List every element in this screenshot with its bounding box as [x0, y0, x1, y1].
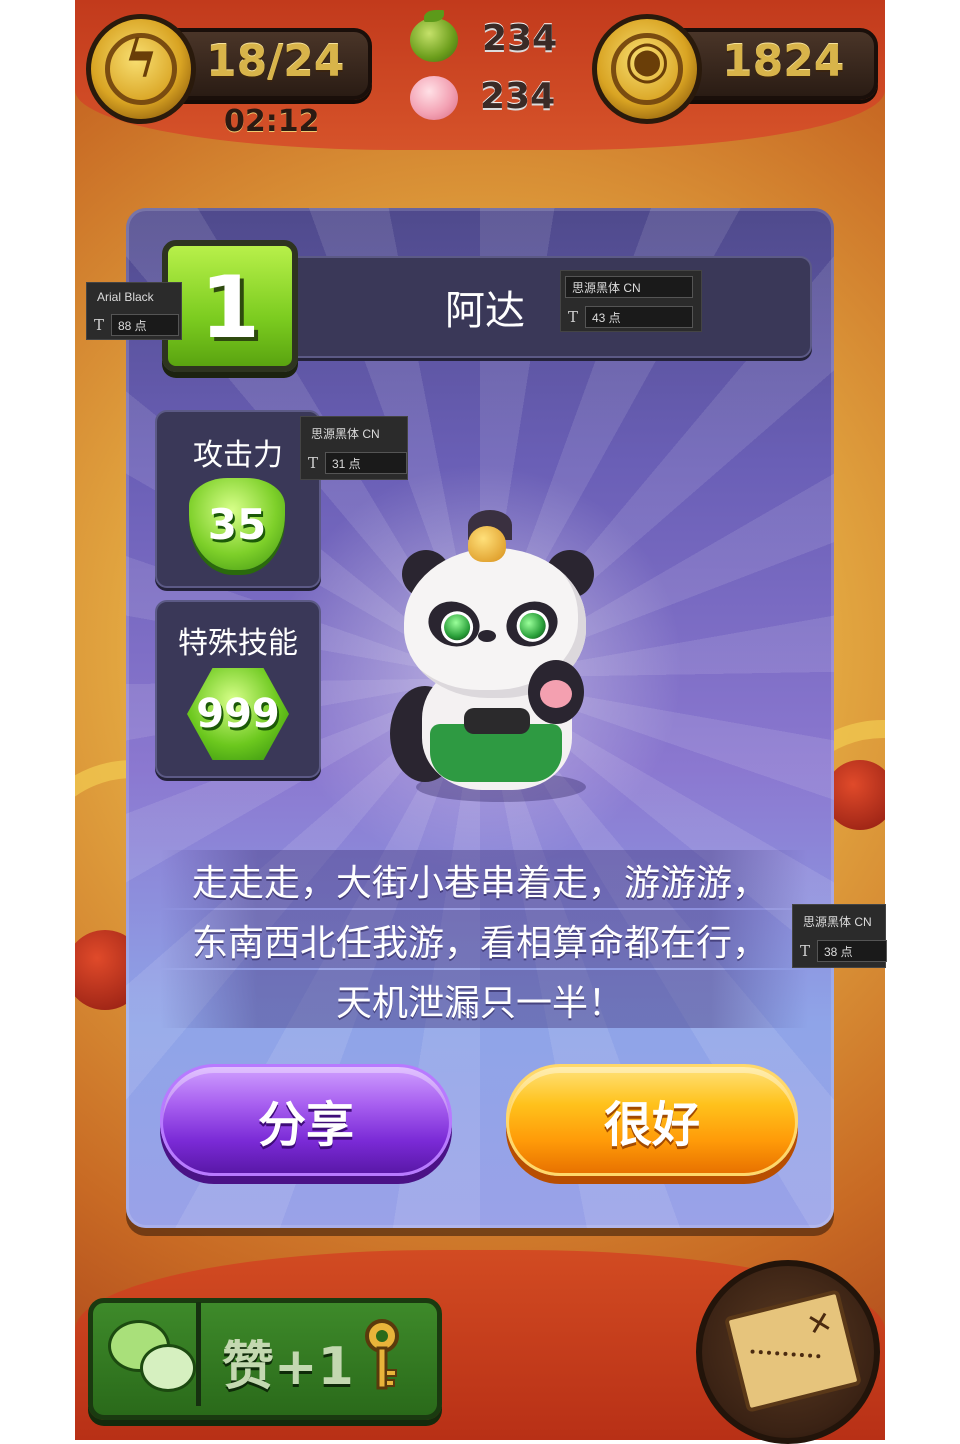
- lightning-coin-icon: ϟ: [86, 14, 196, 124]
- skill-value: 999: [196, 691, 280, 737]
- panda-character: [386, 510, 606, 810]
- share-button[interactable]: 分享: [160, 1064, 452, 1176]
- annotation-font: 思源黑体 CN: [311, 426, 380, 441]
- level-number: 1: [200, 258, 260, 358]
- quote-line: 走走走，大街小巷串着走，游游游，: [191, 863, 768, 904]
- attack-label: 攻击力: [193, 438, 283, 473]
- quote-line: 天机泄漏只一半！: [335, 983, 624, 1024]
- quote-line: 东南西北任我游，看相算命都在行，: [191, 923, 768, 964]
- energy-timer: 02:12: [224, 104, 320, 139]
- annotation-size: 31 点: [325, 452, 407, 474]
- orange-icon: [410, 18, 458, 62]
- attack-value: 35: [207, 499, 267, 549]
- energy-count: 18/24: [206, 36, 345, 87]
- skill-label: 特殊技能: [178, 626, 298, 661]
- treasure-map-icon[interactable]: ✕: [696, 1260, 880, 1444]
- coin-count: 1824: [722, 36, 845, 87]
- peach-count: 234: [480, 76, 556, 117]
- annotation-size: 88 点: [111, 314, 179, 336]
- level-badge: 1: [162, 240, 298, 372]
- peach-icon: [410, 76, 458, 120]
- font-annotation: Arial Black T 88 点: [86, 282, 182, 340]
- key-icon: [365, 1319, 399, 1390]
- font-annotation: 思源黑体 CN T 43 点: [560, 270, 702, 332]
- annotation-size: 38 点: [817, 940, 887, 962]
- annotation-font: 思源黑体 CN: [803, 914, 872, 929]
- gold-coin-icon: ◉: [592, 14, 702, 124]
- font-annotation: 思源黑体 CN T 31 点: [300, 416, 408, 480]
- social-divider: [196, 1302, 201, 1406]
- wechat-icon[interactable]: [108, 1318, 196, 1392]
- annotation-font: Arial Black: [97, 290, 154, 304]
- like-button[interactable]: 赞+1: [222, 1324, 354, 1399]
- font-annotation: 思源黑体 CN T 38 点: [792, 904, 887, 968]
- character-name: 阿达: [445, 288, 525, 334]
- annotation-size: 43 点: [585, 306, 693, 328]
- annotation-font: 思源黑体 CN: [565, 276, 693, 298]
- orange-count: 234: [482, 18, 558, 59]
- ok-button[interactable]: 很好: [506, 1064, 798, 1176]
